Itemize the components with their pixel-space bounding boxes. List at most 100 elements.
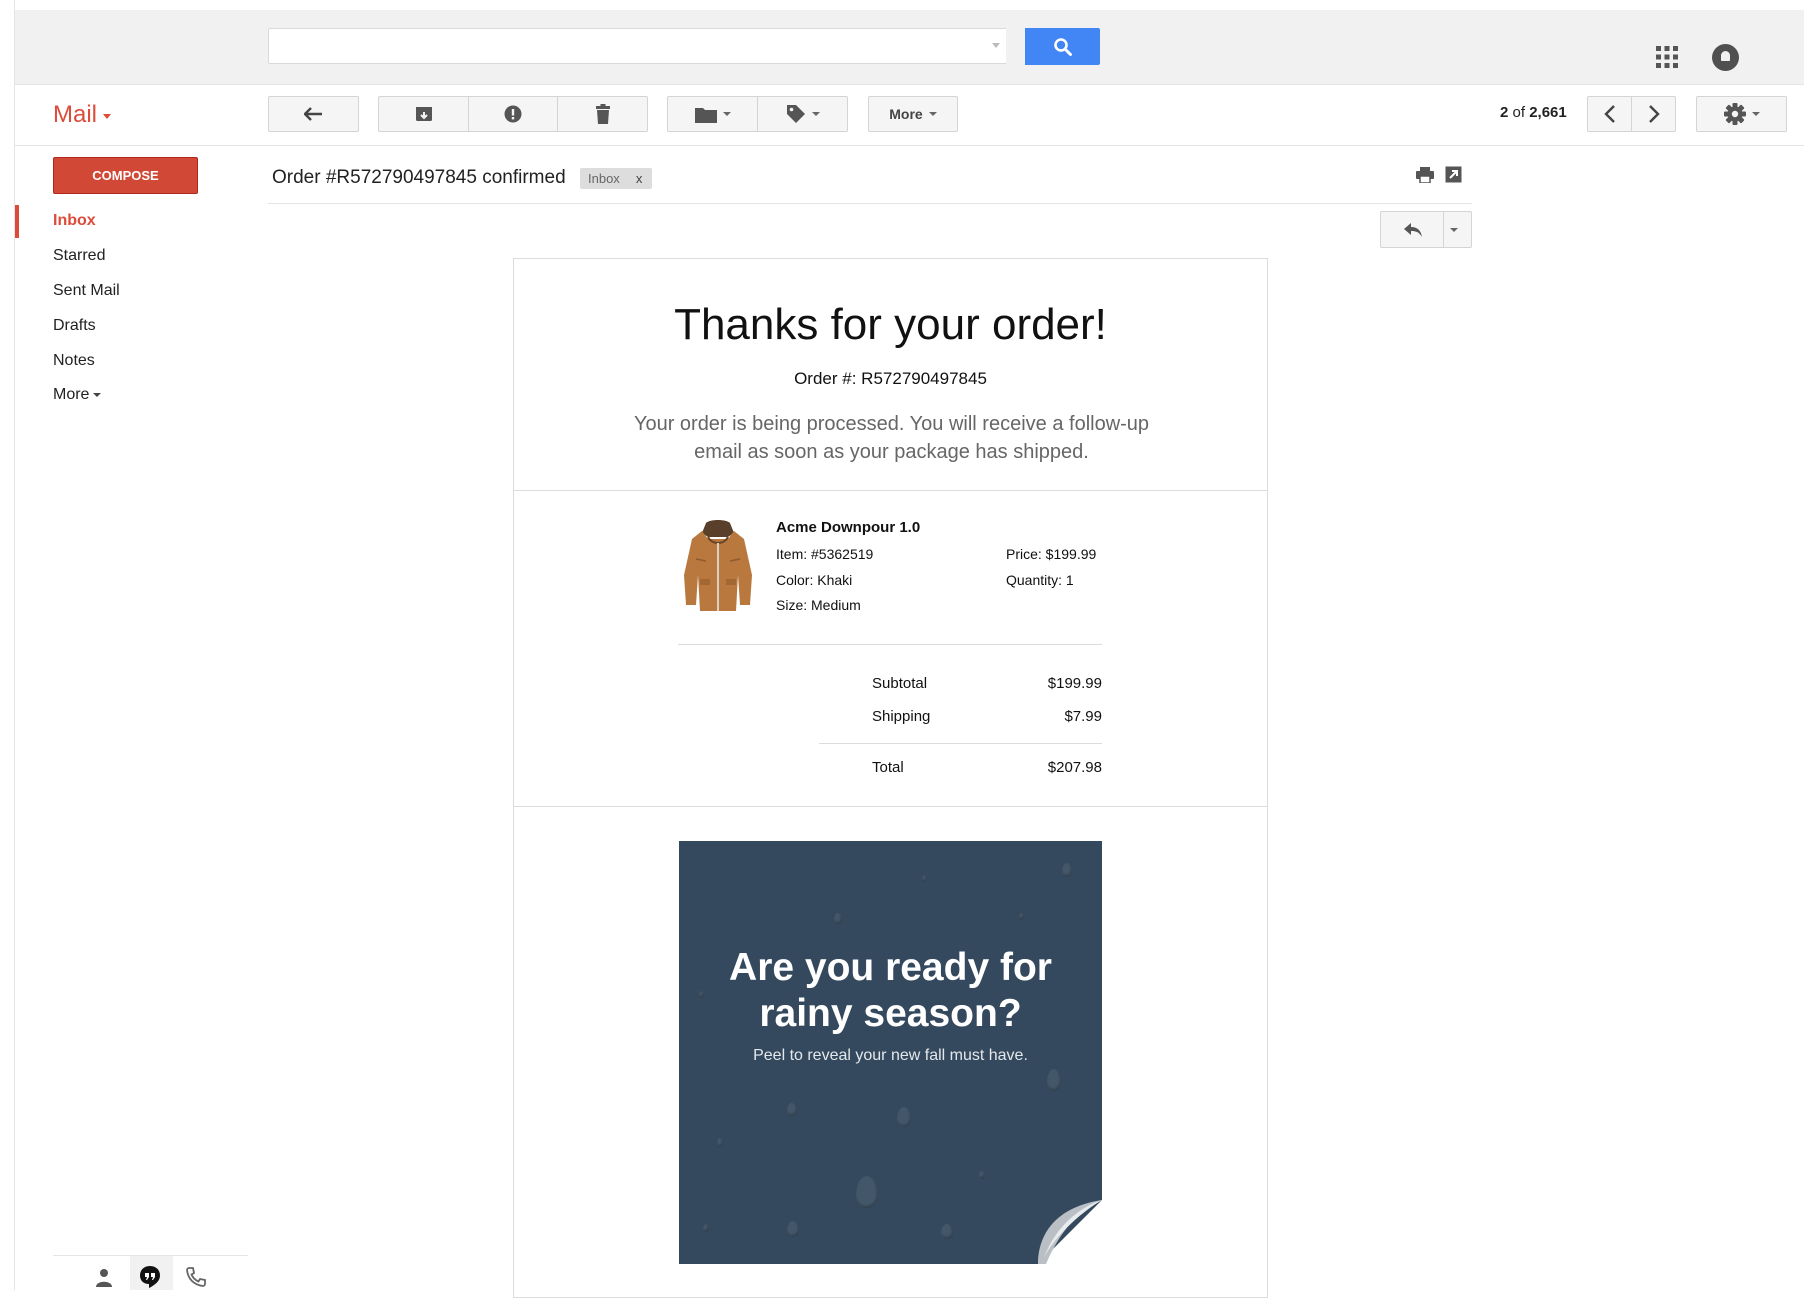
product-price: Price: $199.99: [1006, 546, 1097, 562]
top-header: [15, 10, 1804, 85]
raindrop: [1047, 1069, 1061, 1091]
message-subject: Order #R572790497845 confirmed: [272, 167, 566, 188]
sidebar-more-label: More: [53, 386, 90, 403]
raindrop: [1019, 913, 1024, 920]
inbox-label-chip: Inbox x: [580, 168, 653, 189]
order-number-label: Order #:: [794, 369, 857, 388]
subject-divider: [268, 203, 1472, 204]
older-button[interactable]: [1631, 96, 1676, 132]
card-divider-3: [819, 743, 1102, 744]
archive-button[interactable]: [378, 96, 469, 132]
total-value: $207.98: [1047, 759, 1102, 776]
product-item-number: Item: #5362519: [776, 546, 874, 562]
product-name: Acme Downpour 1.0: [776, 519, 921, 536]
chevron-right-icon: [1648, 105, 1660, 123]
promo-subtitle: Peel to reveal your new fall must have.: [753, 1047, 1028, 1064]
email-body-card: Thanks for your order! Order #: R5727904…: [513, 258, 1268, 1298]
label-tag-icon: [786, 105, 805, 123]
promo-headline: Are you ready for rainy season?: [679, 945, 1102, 1037]
trash-icon: [595, 104, 610, 124]
jacket-product-image: [684, 520, 752, 611]
raindrop: [1062, 863, 1072, 877]
back-button[interactable]: [268, 96, 359, 132]
move-to-button[interactable]: [667, 96, 758, 132]
raindrop: [856, 1176, 878, 1208]
phone-icon[interactable]: [184, 1265, 208, 1289]
reply-button-group: [1380, 211, 1472, 248]
sidebar-item-more[interactable]: More: [53, 386, 102, 404]
rainy-season-promo[interactable]: Are you ready for rainy season? Peel to …: [679, 841, 1102, 1264]
left-edge: [0, 0, 14, 1290]
page-peel-corner[interactable]: [1038, 1200, 1102, 1264]
labels-caret-icon: [811, 112, 820, 116]
mail-menu-caret-icon[interactable]: [103, 114, 111, 119]
settings-button[interactable]: [1696, 96, 1787, 132]
card-divider-2: [678, 644, 1102, 645]
total-label: Total: [872, 759, 904, 776]
spam-icon: [504, 105, 522, 123]
open-in-new-window-icon[interactable]: [1445, 166, 1462, 183]
subtotal-value: $199.99: [1047, 675, 1102, 692]
promo-headline-line-2: rainy season?: [759, 992, 1022, 1035]
raindrop: [834, 913, 842, 924]
delete-button[interactable]: [557, 96, 648, 132]
pagination-count: 2 of 2,661: [1500, 104, 1567, 121]
raindrop: [703, 1224, 709, 1232]
raindrop: [941, 1224, 953, 1239]
sidebar-item-notes[interactable]: Notes: [53, 352, 95, 370]
product-size: Size: Medium: [776, 597, 861, 613]
raindrop: [922, 875, 927, 882]
print-icon[interactable]: [1416, 167, 1434, 183]
shipping-label: Shipping: [872, 708, 931, 725]
report-spam-button[interactable]: [468, 96, 558, 132]
raindrop: [979, 1171, 985, 1179]
folder-icon: [694, 107, 717, 123]
mail-menu[interactable]: Mail: [53, 101, 97, 129]
sidebar-item-drafts[interactable]: Drafts: [53, 317, 96, 335]
sidebar-more-caret-icon: [93, 392, 102, 397]
more-actions-caret-icon: [928, 112, 937, 116]
shipping-value: $7.99: [1064, 708, 1102, 725]
sidebar-item-starred[interactable]: Starred: [53, 247, 105, 265]
search-button[interactable]: [1025, 28, 1100, 65]
apps-grid-icon[interactable]: [1656, 46, 1678, 68]
notifications-icon[interactable]: [1712, 44, 1739, 71]
card-divider-4: [514, 806, 1267, 807]
raindrop: [717, 1138, 723, 1147]
raindrop: [897, 1107, 911, 1127]
compose-button[interactable]: COMPOSE: [53, 157, 198, 194]
card-divider-1: [514, 490, 1267, 491]
inbox-label-text: Inbox: [588, 171, 620, 186]
pager-total: 2,661: [1529, 104, 1567, 121]
reply-more-caret-icon[interactable]: [1450, 228, 1458, 232]
more-actions-label: More: [889, 106, 923, 122]
subtotal-label: Subtotal: [872, 675, 928, 692]
back-arrow-icon: [303, 107, 322, 121]
processing-message: Your order is being processed. You will …: [633, 413, 1150, 463]
reply-icon[interactable]: [1403, 222, 1423, 238]
hangouts-icon[interactable]: [138, 1265, 162, 1289]
toolbar-divider: [15, 145, 1804, 146]
pager-of: of: [1512, 104, 1526, 121]
archive-icon: [415, 107, 432, 121]
settings-caret-icon: [1751, 112, 1760, 116]
contacts-person-icon[interactable]: [92, 1265, 116, 1289]
left-divider: [14, 0, 15, 1290]
thanks-heading: Thanks for your order!: [674, 300, 1107, 349]
raindrop: [787, 1103, 797, 1116]
gear-icon: [1723, 103, 1746, 125]
newer-button[interactable]: [1587, 96, 1632, 132]
product-color: Color: Khaki: [776, 572, 853, 588]
sidebar-item-inbox[interactable]: Inbox: [53, 212, 96, 230]
sidebar-item-sent-mail[interactable]: Sent Mail: [53, 282, 120, 300]
promo-headline-line-1: Are you ready for: [729, 946, 1052, 989]
labels-button[interactable]: [757, 96, 848, 132]
search-input[interactable]: [268, 28, 1006, 64]
active-nav-indicator: [15, 205, 19, 238]
raindrop: [787, 1221, 799, 1237]
more-actions-button[interactable]: More: [868, 96, 958, 132]
search-options-caret-icon[interactable]: [992, 43, 1000, 48]
chevron-left-icon: [1603, 105, 1615, 123]
remove-label-button[interactable]: x: [636, 171, 643, 186]
product-quantity: Quantity: 1: [1006, 572, 1074, 588]
